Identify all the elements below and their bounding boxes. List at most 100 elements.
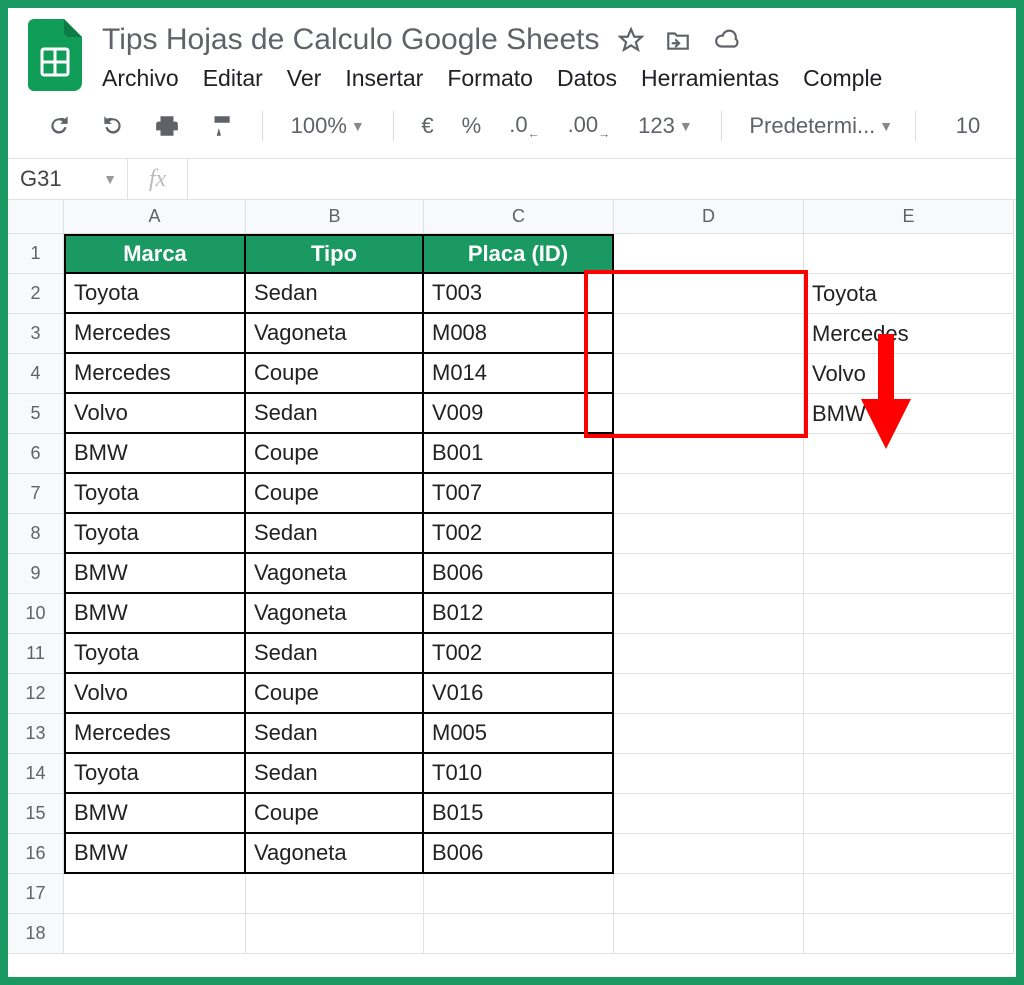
cell-D10[interactable] (614, 594, 804, 634)
name-box[interactable]: G31▼ (8, 159, 128, 199)
cell-B10[interactable]: Vagoneta (246, 594, 424, 634)
cell-E17[interactable] (804, 874, 1014, 914)
cell-C18[interactable] (424, 914, 614, 954)
cell-C9[interactable]: B006 (424, 554, 614, 594)
cell-E9[interactable] (804, 554, 1014, 594)
formula-bar-input[interactable] (188, 159, 1016, 199)
cell-C8[interactable]: T002 (424, 514, 614, 554)
redo-button[interactable] (94, 109, 132, 143)
row-header-12[interactable]: 12 (8, 674, 64, 714)
row-header-3[interactable]: 3 (8, 314, 64, 354)
cell-E13[interactable] (804, 714, 1014, 754)
row-header-8[interactable]: 8 (8, 514, 64, 554)
cell-C4[interactable]: M014 (424, 354, 614, 394)
cell-E3[interactable]: Mercedes (804, 314, 1014, 354)
row-header-16[interactable]: 16 (8, 834, 64, 874)
cell-A2[interactable]: Toyota (64, 274, 246, 314)
menu-editar[interactable]: Editar (203, 65, 263, 92)
row-header-1[interactable]: 1 (8, 234, 64, 274)
column-header-A[interactable]: A (64, 200, 246, 234)
cell-D14[interactable] (614, 754, 804, 794)
cell-A3[interactable]: Mercedes (64, 314, 246, 354)
menu-archivo[interactable]: Archivo (102, 65, 179, 92)
cell-B15[interactable]: Coupe (246, 794, 424, 834)
cell-A5[interactable]: Volvo (64, 394, 246, 434)
cell-B14[interactable]: Sedan (246, 754, 424, 794)
cell-E18[interactable] (804, 914, 1014, 954)
currency-format-button[interactable]: € (415, 109, 439, 143)
decrease-decimal-button[interactable]: .0← (503, 108, 545, 144)
cell-E6[interactable] (804, 434, 1014, 474)
cell-E1[interactable] (804, 234, 1014, 274)
sheets-logo[interactable] (26, 16, 84, 94)
cell-C1[interactable]: Placa (ID) (424, 234, 614, 274)
cell-B2[interactable]: Sedan (246, 274, 424, 314)
cell-A8[interactable]: Toyota (64, 514, 246, 554)
cell-D2[interactable] (614, 274, 804, 314)
cell-D3[interactable] (614, 314, 804, 354)
cell-A16[interactable]: BMW (64, 834, 246, 874)
cell-D18[interactable] (614, 914, 804, 954)
cell-C16[interactable]: B006 (424, 834, 614, 874)
undo-button[interactable] (40, 109, 78, 143)
row-header-11[interactable]: 11 (8, 634, 64, 674)
cell-E7[interactable] (804, 474, 1014, 514)
cell-A14[interactable]: Toyota (64, 754, 246, 794)
cell-D6[interactable] (614, 434, 804, 474)
cell-A15[interactable]: BMW (64, 794, 246, 834)
cell-C10[interactable]: B012 (424, 594, 614, 634)
cell-D15[interactable] (614, 794, 804, 834)
row-header-13[interactable]: 13 (8, 714, 64, 754)
cell-C5[interactable]: V009 (424, 394, 614, 434)
zoom-dropdown[interactable]: 100%▼ (285, 109, 371, 143)
menu-complementos[interactable]: Comple (803, 65, 882, 92)
cell-E14[interactable] (804, 754, 1014, 794)
cell-A11[interactable]: Toyota (64, 634, 246, 674)
menu-ver[interactable]: Ver (287, 65, 322, 92)
cell-A7[interactable]: Toyota (64, 474, 246, 514)
cell-D16[interactable] (614, 834, 804, 874)
cell-C17[interactable] (424, 874, 614, 914)
cell-A1[interactable]: Marca (64, 234, 246, 274)
cell-D9[interactable] (614, 554, 804, 594)
cell-E10[interactable] (804, 594, 1014, 634)
column-header-E[interactable]: E (804, 200, 1014, 234)
row-header-5[interactable]: 5 (8, 394, 64, 434)
spreadsheet-grid[interactable]: ABCDE1MarcaTipoPlaca (ID)2ToyotaSedanT00… (8, 200, 1016, 954)
percent-format-button[interactable]: % (456, 109, 488, 143)
select-all-corner[interactable] (8, 200, 64, 234)
cell-D7[interactable] (614, 474, 804, 514)
cell-C6[interactable]: B001 (424, 434, 614, 474)
cell-A9[interactable]: BMW (64, 554, 246, 594)
cell-B6[interactable]: Coupe (246, 434, 424, 474)
cell-B1[interactable]: Tipo (246, 234, 424, 274)
column-header-D[interactable]: D (614, 200, 804, 234)
star-icon[interactable] (618, 27, 644, 53)
cell-C14[interactable]: T010 (424, 754, 614, 794)
cell-E8[interactable] (804, 514, 1014, 554)
cell-A13[interactable]: Mercedes (64, 714, 246, 754)
row-header-15[interactable]: 15 (8, 794, 64, 834)
cell-B8[interactable]: Sedan (246, 514, 424, 554)
cell-B5[interactable]: Sedan (246, 394, 424, 434)
cell-D4[interactable] (614, 354, 804, 394)
cell-A18[interactable] (64, 914, 246, 954)
cell-B17[interactable] (246, 874, 424, 914)
cell-C3[interactable]: M008 (424, 314, 614, 354)
menu-insertar[interactable]: Insertar (345, 65, 423, 92)
increase-decimal-button[interactable]: .00→ (562, 108, 617, 144)
cell-A10[interactable]: BMW (64, 594, 246, 634)
row-header-4[interactable]: 4 (8, 354, 64, 394)
cell-C13[interactable]: M005 (424, 714, 614, 754)
row-header-17[interactable]: 17 (8, 874, 64, 914)
cell-B4[interactable]: Coupe (246, 354, 424, 394)
cell-B12[interactable]: Coupe (246, 674, 424, 714)
cell-B16[interactable]: Vagoneta (246, 834, 424, 874)
font-family-dropdown[interactable]: Predetermi...▼ (743, 109, 893, 143)
cell-E16[interactable] (804, 834, 1014, 874)
document-title[interactable]: Tips Hojas de Calculo Google Sheets (102, 23, 600, 57)
cell-D5[interactable] (614, 394, 804, 434)
row-header-2[interactable]: 2 (8, 274, 64, 314)
column-header-B[interactable]: B (246, 200, 424, 234)
cell-C2[interactable]: T003 (424, 274, 614, 314)
